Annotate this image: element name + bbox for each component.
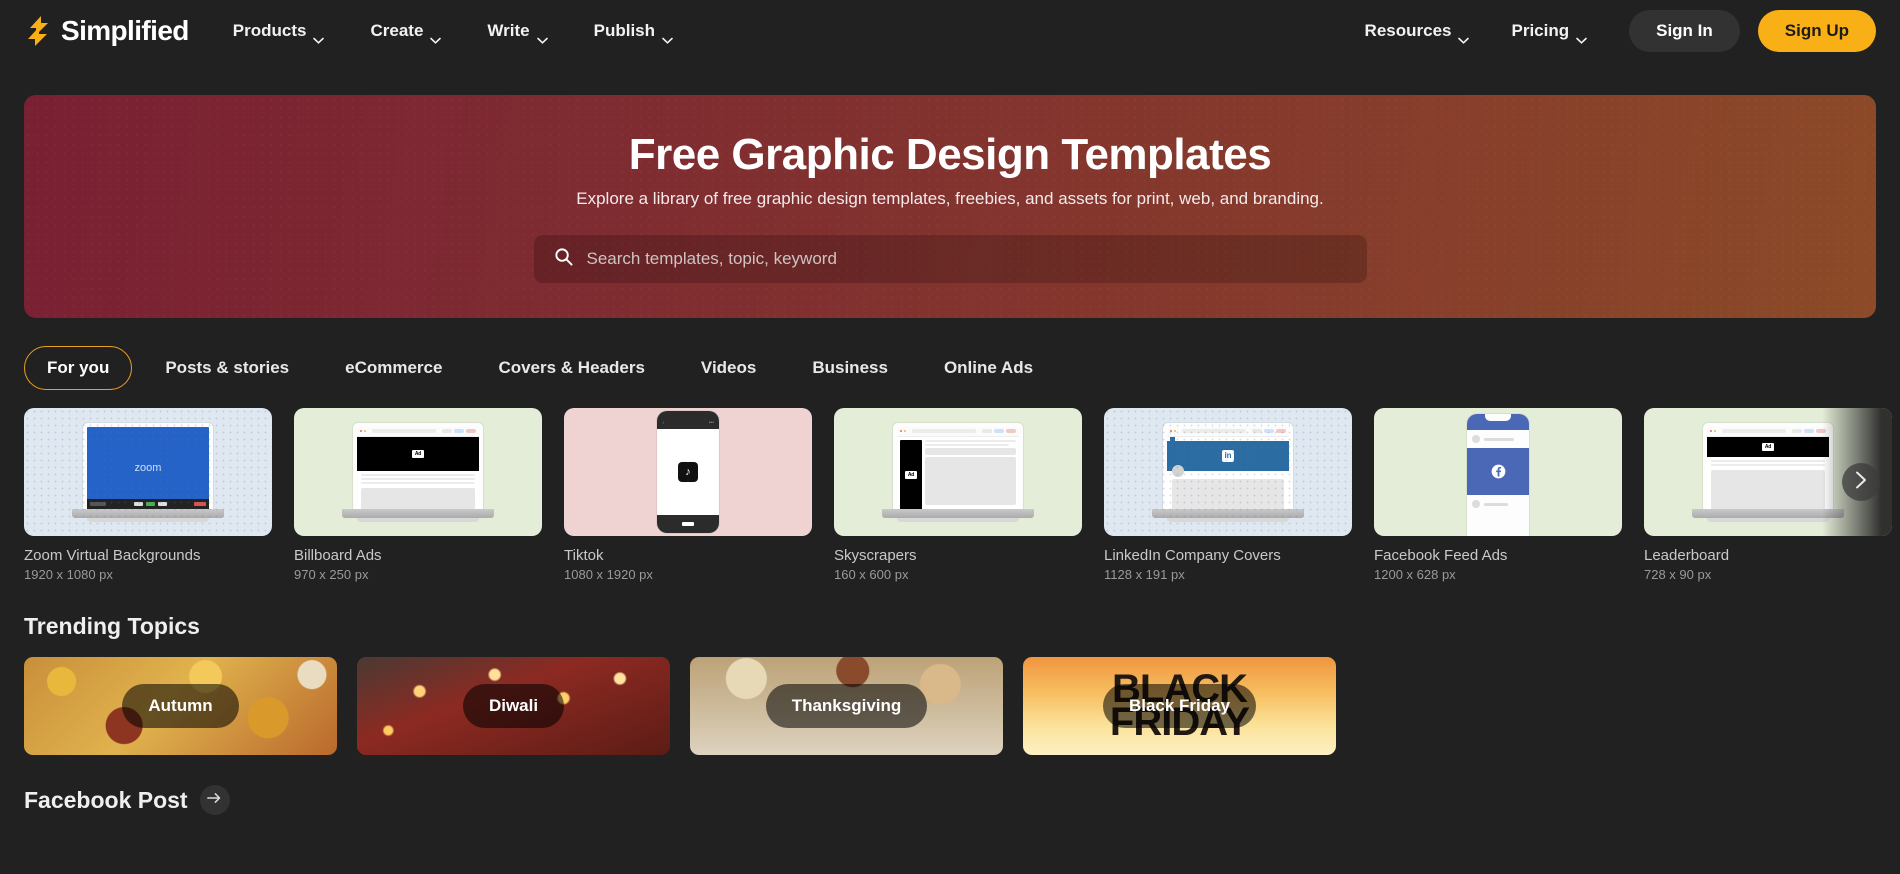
template-card[interactable]: ♪ ••• ♪ Tiktok 1080 x 1920 px <box>564 408 812 582</box>
laptop-illustration: Ad <box>882 422 1034 522</box>
hero-banner: Free Graphic Design Templates Explore a … <box>24 95 1876 318</box>
template-card[interactable]: in LinkedIn Company Covers 1128 x 191 px <box>1104 408 1352 582</box>
template-card[interactable]: Ad Billboard Ads 970 x 250 px <box>294 408 542 582</box>
trending-topic-label: Black Friday <box>1102 684 1257 728</box>
template-dimensions: 970 x 250 px <box>294 567 369 582</box>
template-title: Skyscrapers <box>834 547 917 564</box>
sign-in-button[interactable]: Sign In <box>1629 10 1740 52</box>
trending-topic-label: Diwali <box>462 684 565 728</box>
laptop-illustration: Ad <box>342 422 494 522</box>
nav-label: Publish <box>593 21 656 40</box>
template-dimensions: 1080 x 1920 px <box>564 567 653 582</box>
trending-topics-heading: Trending Topics <box>24 613 200 639</box>
carousel-next-button[interactable] <box>1842 463 1880 501</box>
nav-label: Products <box>232 21 307 40</box>
nav-label: Create <box>370 21 424 40</box>
template-title: LinkedIn Company Covers <box>1104 547 1281 564</box>
template-search-box[interactable] <box>533 235 1367 283</box>
tab-for-you[interactable]: For you <box>24 346 133 390</box>
template-dimensions: 728 x 90 px <box>1644 567 1712 582</box>
template-title: Zoom Virtual Backgrounds <box>24 547 201 564</box>
template-card[interactable]: Facebook Feed Ads 1200 x 628 px <box>1374 408 1622 582</box>
template-title: Tiktok <box>564 547 604 564</box>
page-title: Free Graphic Design Templates <box>628 130 1272 179</box>
template-title: Leaderboard <box>1644 547 1730 564</box>
template-thumbnail[interactable]: zoom <box>24 408 272 536</box>
top-navbar: Simplified Products Create Write Publish <box>0 0 1900 62</box>
nav-item-write[interactable]: Write <box>487 21 548 44</box>
trending-topic-label: Thanksgiving <box>765 684 928 728</box>
phone-illustration: ♪ ••• ♪ <box>657 411 719 533</box>
template-thumbnail[interactable]: in <box>1104 408 1352 536</box>
facebook-icon <box>1491 464 1505 479</box>
template-dimensions: 160 x 600 px <box>834 567 909 582</box>
brand-logo[interactable]: Simplified <box>24 15 189 47</box>
nav-label: Resources <box>1364 21 1452 40</box>
template-thumbnail[interactable]: Ad <box>834 408 1082 536</box>
nav-links: Products Create Write Publish <box>232 21 673 44</box>
nav-label: Write <box>487 21 530 40</box>
chevron-down-icon <box>1576 29 1587 44</box>
nav-item-resources[interactable]: Resources <box>1364 21 1470 44</box>
trending-topics-list: Autumn Diwali Thanksgiving BLACKFRIDAY B… <box>0 657 1900 755</box>
facebook-post-section-header: Facebook Post <box>0 785 1900 815</box>
template-dimensions: 1200 x 628 px <box>1374 567 1456 582</box>
chevron-down-icon <box>662 29 673 44</box>
template-dimensions: 1128 x 191 px <box>1104 567 1185 582</box>
nav-item-products[interactable]: Products <box>232 21 325 44</box>
category-tabs: For you Posts & stories eCommerce Covers… <box>0 346 1900 390</box>
nav-item-publish[interactable]: Publish <box>593 21 673 44</box>
search-icon <box>554 247 573 271</box>
nav-item-pricing[interactable]: Pricing <box>1511 21 1587 44</box>
tab-covers-headers[interactable]: Covers & Headers <box>475 346 667 390</box>
section-view-all-button[interactable] <box>199 785 230 815</box>
chevron-down-icon <box>1458 29 1470 44</box>
template-thumbnail[interactable]: Ad <box>294 408 542 536</box>
tab-business[interactable]: Business <box>789 346 911 390</box>
lightning-bolt-logo-icon <box>24 15 54 47</box>
template-title: Billboard Ads <box>294 547 382 564</box>
phone-illustration <box>1467 414 1529 536</box>
template-thumbnail[interactable]: ♪ ••• ♪ <box>564 408 812 536</box>
template-card[interactable]: zoom Zoom Virtual Backgrounds 1920 x 108… <box>24 408 272 582</box>
tab-videos[interactable]: Videos <box>678 346 779 390</box>
arrow-right-icon <box>207 791 222 809</box>
trending-topic-card[interactable]: BLACKFRIDAY Black Friday <box>1023 657 1336 755</box>
template-carousel: zoom Zoom Virtual Backgrounds 1920 x 108… <box>0 408 1900 582</box>
section-title: Facebook Post <box>24 786 188 813</box>
chevron-right-icon <box>1855 471 1867 494</box>
trending-topic-card[interactable]: Thanksgiving <box>690 657 1003 755</box>
trending-topic-card[interactable]: Diwali <box>357 657 670 755</box>
laptop-illustration: Ad <box>1692 422 1844 522</box>
hero-subtitle: Explore a library of free graphic design… <box>576 189 1324 208</box>
template-card-list: zoom Zoom Virtual Backgrounds 1920 x 108… <box>0 408 1900 582</box>
template-dimensions: 1920 x 1080 px <box>24 567 113 582</box>
sign-up-button[interactable]: Sign Up <box>1757 10 1876 52</box>
tab-posts-stories[interactable]: Posts & stories <box>142 346 312 390</box>
chevron-down-icon <box>536 29 548 44</box>
trending-topic-card[interactable]: Autumn <box>24 657 337 755</box>
chevron-down-icon <box>313 29 325 44</box>
laptop-illustration: in <box>1152 422 1304 522</box>
tab-ecommerce[interactable]: eCommerce <box>322 346 465 390</box>
search-input[interactable] <box>586 249 1347 269</box>
tab-online-ads[interactable]: Online Ads <box>921 346 1056 390</box>
brand-name: Simplified <box>61 15 189 46</box>
template-thumbnail[interactable] <box>1374 408 1622 536</box>
chevron-down-icon <box>430 29 442 44</box>
nav-label: Pricing <box>1511 21 1570 40</box>
nav-item-create[interactable]: Create <box>370 21 442 44</box>
nav-right-group: Resources Pricing Sign In Sign Up <box>1365 10 1876 52</box>
laptop-illustration: zoom <box>72 422 224 522</box>
template-card[interactable]: Ad Skyscrapers 160 x 600 px <box>834 408 1082 582</box>
trending-topic-label: Autumn <box>122 684 239 728</box>
template-title: Facebook Feed Ads <box>1374 547 1508 564</box>
